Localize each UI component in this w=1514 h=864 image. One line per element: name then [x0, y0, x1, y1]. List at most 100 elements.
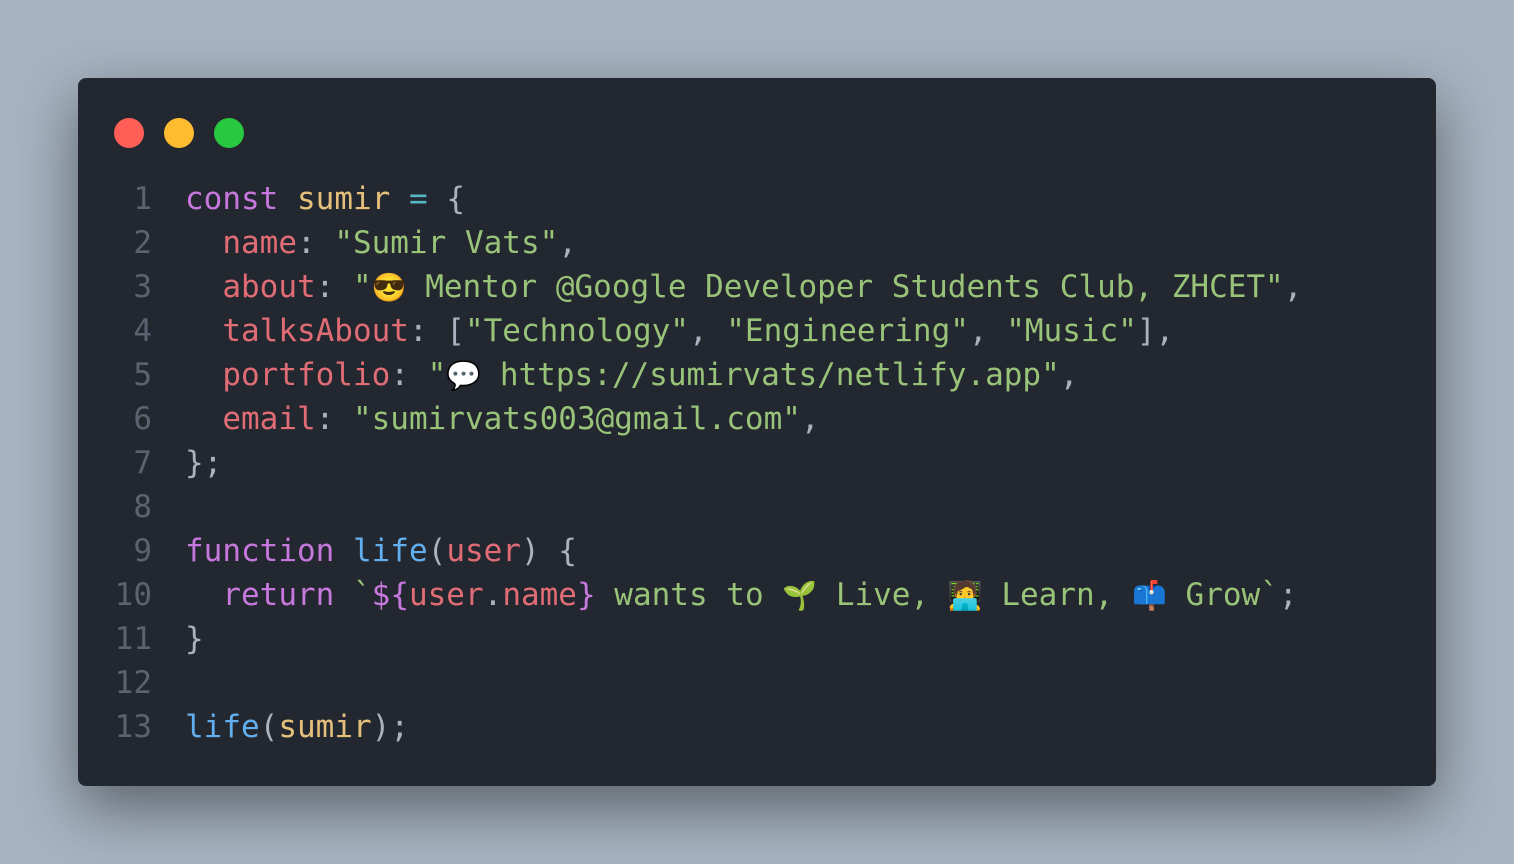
code-token: );	[371, 709, 409, 745]
code-token: email	[222, 401, 316, 437]
code-line: 13 life(sumir);	[78, 705, 1436, 749]
line-number: 10	[114, 577, 152, 613]
line-number: 11	[114, 621, 152, 657]
code-line: 8	[78, 485, 1436, 529]
emoji-icon: 😎	[371, 271, 407, 304]
code-token: Grow`	[1166, 577, 1279, 613]
line-number: 5	[133, 357, 152, 393]
code-token: wants to	[595, 577, 783, 613]
code-token: : [	[408, 313, 465, 349]
line-number: 9	[133, 533, 152, 569]
code-token: user	[408, 577, 484, 613]
code-token: sumir	[297, 181, 391, 217]
code-token: const	[185, 181, 279, 217]
code-token: talksAbout	[222, 313, 409, 349]
code-token: "Engineering"	[726, 313, 969, 349]
line-number: 6	[133, 401, 152, 437]
code-token: ,	[1283, 269, 1303, 305]
line-code: name: "Sumir Vats",	[185, 221, 577, 265]
code-token: ,	[688, 313, 727, 349]
code-line: 12	[78, 661, 1436, 705]
line-code: life(sumir);	[185, 705, 409, 749]
code-token: ) {	[520, 533, 577, 569]
code-token: return	[222, 577, 335, 613]
line-code: const sumir = {	[185, 177, 465, 221]
emoji-icon: 🌱	[782, 579, 818, 612]
line-code: portfolio: "💬 https://sumirvats/netlify.…	[185, 353, 1078, 398]
code-token: "Music"	[1006, 313, 1137, 349]
code-token: life	[185, 709, 260, 745]
code-token: {	[427, 181, 465, 217]
code-token: Mentor @Google Developer Students Club, …	[406, 269, 1284, 305]
line-code: }	[185, 617, 204, 661]
code-line: 11}	[78, 617, 1436, 661]
code-token: user	[446, 533, 521, 569]
code-token: }	[576, 577, 596, 613]
emoji-icon: 💬	[446, 359, 482, 392]
code-token: "	[352, 269, 372, 305]
line-number: 3	[133, 269, 152, 305]
code-token: "Technology"	[464, 313, 689, 349]
line-code: function life(user) {	[185, 529, 577, 573]
code-token: about	[222, 269, 316, 305]
code-token: "Sumir Vats"	[334, 225, 559, 261]
line-number: 4	[133, 313, 152, 349]
code-token: :	[390, 357, 428, 393]
close-dot-icon[interactable]	[114, 118, 144, 148]
code-token: (	[427, 533, 447, 569]
minimize-dot-icon[interactable]	[164, 118, 194, 148]
code-token: portfolio	[222, 357, 391, 393]
code-token: :	[296, 225, 335, 261]
code-token: }	[185, 621, 204, 657]
code-window: 1 const sumir = {2 name: "Sumir Vats", 3 a…	[78, 78, 1436, 786]
code-token: ,	[558, 225, 577, 261]
line-code: talksAbout: ["Technology", "Engineering"…	[185, 309, 1174, 353]
code-token: ${	[371, 577, 409, 613]
code-line: 6 email: "sumirvats003@gmail.com",	[78, 397, 1436, 441]
code-token: ,	[968, 313, 1007, 349]
emoji-icon: 🧑‍💻	[947, 579, 983, 612]
code-line: 10 return `${user.name} wants to 🌱 Live,…	[78, 573, 1436, 617]
code-token: name	[222, 225, 297, 261]
line-number: 12	[114, 665, 152, 701]
line-code: email: "sumirvats003@gmail.com",	[185, 397, 820, 441]
line-number: 1	[133, 181, 152, 217]
code-token: Learn,	[982, 577, 1132, 613]
code-line: 9 function life(user) {	[78, 529, 1436, 573]
code-block: 1 const sumir = {2 name: "Sumir Vats", 3 a…	[78, 177, 1436, 749]
line-code: };	[185, 441, 222, 485]
code-token: "	[427, 357, 447, 393]
code-line: 7};	[78, 441, 1436, 485]
code-token: function	[185, 533, 335, 569]
code-token: };	[185, 445, 223, 481]
code-token: :	[315, 401, 353, 437]
code-line: 2 name: "Sumir Vats",	[78, 221, 1436, 265]
code-line: 5 portfolio: "💬 https://sumirvats/netlif…	[78, 353, 1436, 397]
code-token: :	[315, 269, 353, 305]
line-number: 8	[133, 489, 152, 525]
code-token: =	[409, 181, 428, 217]
code-token: name	[502, 577, 577, 613]
line-number: 2	[133, 225, 152, 261]
line-code: about: "😎 Mentor @Google Developer Stude…	[185, 265, 1302, 310]
code-token: ,	[800, 401, 820, 437]
code-token: `	[352, 577, 372, 613]
code-line: 3 about: "😎 Mentor @Google Developer Stu…	[78, 265, 1436, 309]
code-token: ;	[1278, 577, 1298, 613]
code-token: ],	[1136, 313, 1175, 349]
line-number: 7	[133, 445, 152, 481]
code-token: (	[259, 709, 279, 745]
code-token: "sumirvats003@gmail.com"	[352, 401, 801, 437]
code-line: 4 talksAbout: ["Technology", "Engineerin…	[78, 309, 1436, 353]
maximize-dot-icon[interactable]	[214, 118, 244, 148]
